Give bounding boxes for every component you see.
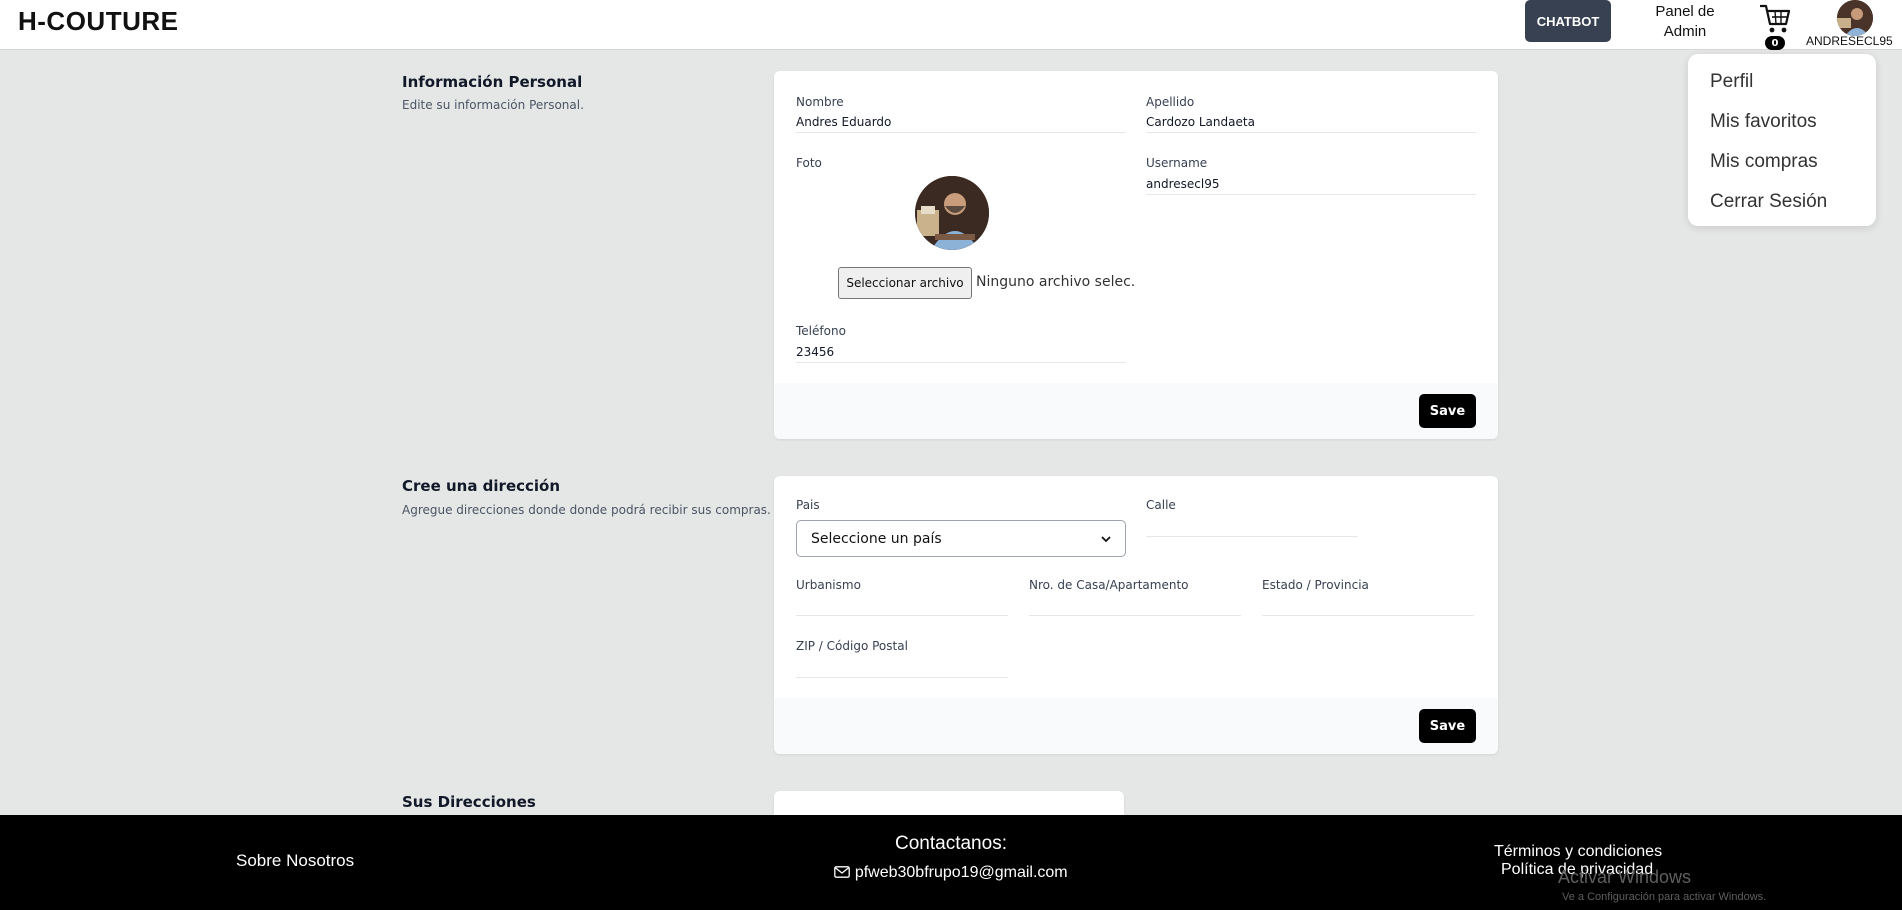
menu-item-favoritos[interactable]: Mis favoritos bbox=[1688, 106, 1876, 146]
address-description: Agregue direcciones donde donde podrá re… bbox=[402, 503, 771, 517]
apellido-field[interactable]: Cardozo Landaeta bbox=[1146, 113, 1476, 133]
user-dropdown-menu: Perfil Mis favoritos Mis compras Cerrar … bbox=[1688, 54, 1876, 226]
personal-info-description: Edite su información Personal. bbox=[402, 98, 584, 112]
urbanismo-label: Urbanismo bbox=[796, 578, 861, 592]
terms-link[interactable]: Términos y condiciones bbox=[1494, 843, 1662, 861]
foto-label: Foto bbox=[796, 156, 822, 170]
admin-panel-link[interactable]: Panel de Admin bbox=[1640, 2, 1730, 42]
select-file-button[interactable]: Seleccionar archivo bbox=[838, 267, 972, 299]
sus-direcciones-title: Sus Direcciones bbox=[402, 793, 536, 811]
mail-icon bbox=[834, 864, 854, 881]
cart-icon[interactable] bbox=[1758, 2, 1792, 36]
save-personal-button[interactable]: Save bbox=[1419, 394, 1476, 428]
address-card: Pais Seleccione un país Calle Urbanismo … bbox=[774, 476, 1498, 754]
contact-email-text: pfweb30bfrupo19@gmail.com bbox=[854, 864, 1068, 881]
username-field[interactable]: andresecl95 bbox=[1146, 175, 1476, 195]
cart-count-badge: 0 bbox=[1765, 36, 1785, 50]
telefono-label: Teléfono bbox=[796, 324, 846, 338]
personal-card-footer: Save bbox=[774, 383, 1498, 439]
calle-field[interactable] bbox=[1146, 517, 1358, 537]
chatbot-button[interactable]: CHATBOT bbox=[1525, 0, 1611, 42]
profile-photo bbox=[915, 176, 989, 250]
menu-item-cerrar-sesion[interactable]: Cerrar Sesión bbox=[1688, 186, 1876, 226]
zip-label: ZIP / Código Postal bbox=[796, 639, 908, 653]
site-logo[interactable]: H-COUTURE bbox=[18, 6, 179, 37]
calle-label: Calle bbox=[1146, 498, 1176, 512]
casa-field[interactable] bbox=[1029, 596, 1241, 616]
site-footer: Sobre Nosotros Contactanos: pfweb30bfrup… bbox=[0, 815, 1902, 910]
windows-watermark-subtitle: Ve a Configuración para activar Windows. bbox=[1562, 891, 1767, 903]
menu-item-perfil[interactable]: Perfil bbox=[1688, 66, 1876, 106]
top-navbar: H-COUTURE CHATBOT Panel de Admin 0 ANDRE… bbox=[0, 0, 1902, 50]
avatar[interactable] bbox=[1837, 0, 1873, 36]
address-card-footer: Save bbox=[774, 698, 1498, 754]
pais-select[interactable]: Seleccione un país bbox=[796, 520, 1126, 557]
menu-item-compras[interactable]: Mis compras bbox=[1688, 146, 1876, 186]
urbanismo-field[interactable] bbox=[796, 596, 1008, 616]
pais-selected-value: Seleccione un país bbox=[811, 530, 942, 547]
zip-field[interactable] bbox=[796, 658, 1008, 678]
pais-label: Pais bbox=[796, 498, 820, 512]
estado-field[interactable] bbox=[1262, 596, 1474, 616]
admin-panel-line2: Admin bbox=[1663, 23, 1707, 40]
save-address-button[interactable]: Save bbox=[1419, 709, 1476, 743]
nombre-field[interactable]: Andres Eduardo bbox=[796, 113, 1126, 133]
address-title: Cree una dirección bbox=[402, 477, 561, 495]
telefono-field[interactable]: 23456 bbox=[796, 343, 1126, 363]
personal-info-card: Nombre Andres Eduardo Apellido Cardozo L… bbox=[774, 71, 1498, 439]
windows-watermark-title: Activar Windows bbox=[1558, 867, 1692, 887]
file-status-text: Ninguno archivo selec. bbox=[976, 274, 1136, 290]
apellido-label: Apellido bbox=[1146, 95, 1195, 109]
header-username[interactable]: ANDRESECL95 bbox=[1806, 34, 1893, 48]
estado-label: Estado / Provincia bbox=[1262, 578, 1369, 592]
chevron-down-icon bbox=[1101, 531, 1111, 547]
nombre-label: Nombre bbox=[796, 95, 844, 109]
username-label: Username bbox=[1146, 156, 1208, 170]
personal-info-title: Información Personal bbox=[402, 73, 583, 91]
casa-label: Nro. de Casa/Apartamento bbox=[1029, 578, 1189, 592]
admin-panel-line1: Panel de bbox=[1655, 3, 1715, 20]
